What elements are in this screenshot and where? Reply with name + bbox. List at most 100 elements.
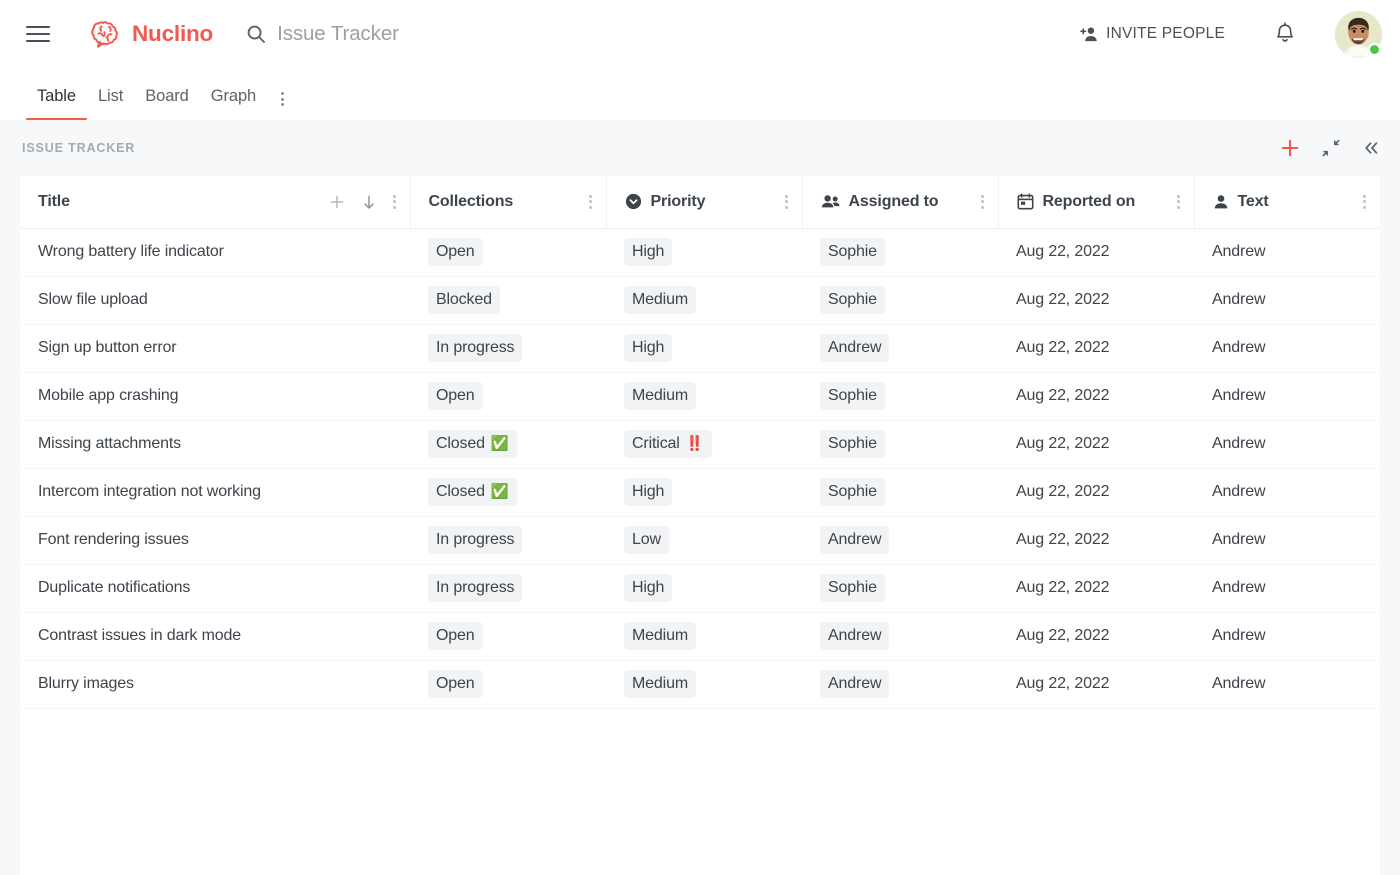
column-header-title[interactable]: Title — [20, 176, 411, 229]
cell-assigned-to[interactable]: Sophie — [802, 420, 998, 469]
cell-priority[interactable]: Low — [606, 516, 802, 565]
column-header-reported-on[interactable]: Reported on — [998, 176, 1195, 229]
cell-collection[interactable]: Open — [410, 612, 606, 661]
cell-collection[interactable]: In progress — [410, 516, 606, 565]
column-header-text[interactable]: Text — [1194, 176, 1380, 229]
cell-reported-on[interactable]: Aug 22, 2022 — [998, 228, 1194, 277]
cell-priority[interactable]: High — [606, 564, 802, 613]
cell-title[interactable]: Intercom integration not working — [20, 468, 410, 517]
cell-text[interactable]: Andrew — [1194, 564, 1380, 613]
priority-menu-button[interactable] — [784, 194, 788, 209]
cell-title[interactable]: Font rendering issues — [20, 516, 410, 565]
avatar[interactable] — [1335, 10, 1382, 58]
column-header-assigned-to[interactable]: Assigned to — [802, 176, 999, 229]
cell-collection[interactable]: Closed ✅ — [410, 420, 606, 469]
cell-priority[interactable]: High — [606, 324, 802, 373]
cell-title[interactable]: Contrast issues in dark mode — [20, 612, 410, 661]
cell-reported-on[interactable]: Aug 22, 2022 — [998, 276, 1194, 325]
cell-title[interactable]: Mobile app crashing — [20, 372, 410, 421]
table-row[interactable]: Missing attachments Closed ✅ Critical ‼️ Soph… — [20, 420, 1380, 469]
column-header-priority[interactable]: Priority — [606, 176, 803, 229]
collections-menu-button[interactable] — [588, 194, 592, 209]
cell-text[interactable]: Andrew — [1194, 516, 1380, 565]
cell-reported-on[interactable]: Aug 22, 2022 — [998, 468, 1194, 517]
cell-text[interactable]: Andrew — [1194, 612, 1380, 661]
cell-reported-on[interactable]: Aug 22, 2022 — [998, 420, 1194, 469]
column-header-collections[interactable]: Collections — [410, 176, 607, 229]
title-add-row-button[interactable] — [329, 194, 345, 210]
assigned-to-menu-button[interactable] — [980, 194, 984, 209]
cell-reported-on[interactable]: Aug 22, 2022 — [998, 660, 1194, 709]
cell-text[interactable]: Andrew — [1194, 420, 1380, 469]
table-row[interactable]: Intercom integration not working Closed ✅ H… — [20, 468, 1380, 517]
cell-title[interactable]: Missing attachments — [20, 420, 410, 469]
cell-collection[interactable]: In progress — [410, 564, 606, 613]
cell-assigned-to[interactable]: Sophie — [802, 276, 998, 325]
cell-collection[interactable]: Open — [410, 660, 606, 709]
cell-assigned-to[interactable]: Sophie — [802, 228, 998, 277]
cell-text[interactable]: Andrew — [1194, 276, 1380, 325]
hamburger-icon[interactable] — [26, 21, 52, 47]
cell-priority[interactable]: Medium — [606, 276, 802, 325]
cell-title[interactable]: Sign up button error — [20, 324, 410, 373]
notifications-button[interactable] — [1271, 20, 1299, 48]
table-row[interactable]: Slow file upload Blocked Medium Sophie Aug 2… — [20, 276, 1380, 325]
cell-collection[interactable]: Closed ✅ — [410, 468, 606, 517]
cell-title[interactable]: Wrong battery life indicator — [20, 228, 410, 277]
hide-sidebar-button[interactable] — [1362, 139, 1380, 157]
tabs-more-button[interactable] — [267, 92, 296, 120]
cell-collection[interactable]: In progress — [410, 324, 606, 373]
table-row[interactable]: Wrong battery life indicator Open High Soph… — [20, 228, 1380, 277]
cell-text[interactable]: Andrew — [1194, 468, 1380, 517]
cell-collection[interactable]: Open — [410, 372, 606, 421]
cell-text[interactable]: Andrew — [1194, 660, 1380, 709]
tab-board[interactable]: Board — [134, 87, 200, 120]
table-row[interactable]: Mobile app crashing Open Medium Sophie Aug 2… — [20, 372, 1380, 421]
cell-collection[interactable]: Open — [410, 228, 606, 277]
cell-title[interactable]: Blurry images — [20, 660, 410, 709]
cell-title[interactable]: Duplicate notifications — [20, 564, 410, 613]
collapse-button[interactable] — [1322, 139, 1340, 157]
cell-text[interactable]: Andrew — [1194, 372, 1380, 421]
cell-assigned-to[interactable]: Andrew — [802, 516, 998, 565]
reported-on-menu-button[interactable] — [1176, 194, 1180, 209]
cell-priority[interactable]: Critical ‼️ — [606, 420, 802, 469]
cell-text[interactable]: Andrew — [1194, 324, 1380, 373]
cell-assigned-to[interactable]: Andrew — [802, 660, 998, 709]
table-row[interactable]: Contrast issues in dark mode Open Medium An… — [20, 612, 1380, 661]
cell-text[interactable]: Andrew — [1194, 228, 1380, 277]
cell-assigned-to[interactable]: Sophie — [802, 468, 998, 517]
cell-reported-on[interactable]: Aug 22, 2022 — [998, 324, 1194, 373]
table-row[interactable]: Blurry images Open Medium Andrew Aug 22, 202… — [20, 660, 1380, 709]
cell-reported-on[interactable]: Aug 22, 2022 — [998, 564, 1194, 613]
cell-assigned-to[interactable]: Sophie — [802, 564, 998, 613]
table-row[interactable]: Sign up button error In progress High Andre… — [20, 324, 1380, 373]
cell-priority[interactable]: Medium — [606, 612, 802, 661]
cell-priority[interactable]: Medium — [606, 372, 802, 421]
cell-reported-on[interactable]: Aug 22, 2022 — [998, 372, 1194, 421]
tab-list[interactable]: List — [87, 87, 134, 120]
title-menu-button[interactable] — [392, 194, 396, 209]
cell-priority[interactable]: High — [606, 468, 802, 517]
title-sort-button[interactable] — [361, 194, 377, 210]
add-item-button[interactable] — [1280, 138, 1300, 158]
cell-assigned-to-label: Andrew — [828, 531, 882, 548]
cell-assigned-to[interactable]: Andrew — [802, 324, 998, 373]
table-row[interactable]: Font rendering issues In progress Low Andre… — [20, 516, 1380, 565]
cell-title[interactable]: Slow file upload — [20, 276, 410, 325]
cell-assigned-to[interactable]: Andrew — [802, 612, 998, 661]
cell-reported-on[interactable]: Aug 22, 2022 — [998, 516, 1194, 565]
cell-assigned-to[interactable]: Sophie — [802, 372, 998, 421]
cell-priority[interactable]: Medium — [606, 660, 802, 709]
tab-table[interactable]: Table — [26, 87, 87, 120]
search-input[interactable]: Issue Tracker — [246, 22, 399, 46]
cell-text-label: Andrew — [1212, 675, 1266, 692]
invite-people-button[interactable]: INVITE PEOPLE — [1076, 19, 1229, 50]
cell-priority[interactable]: High — [606, 228, 802, 277]
cell-reported-on[interactable]: Aug 22, 2022 — [998, 612, 1194, 661]
brand-logo[interactable]: Nuclino — [89, 20, 213, 48]
cell-collection[interactable]: Blocked — [410, 276, 606, 325]
text-menu-button[interactable] — [1363, 194, 1366, 209]
tab-graph[interactable]: Graph — [200, 87, 267, 120]
table-row[interactable]: Duplicate notifications In progress High So… — [20, 564, 1380, 613]
